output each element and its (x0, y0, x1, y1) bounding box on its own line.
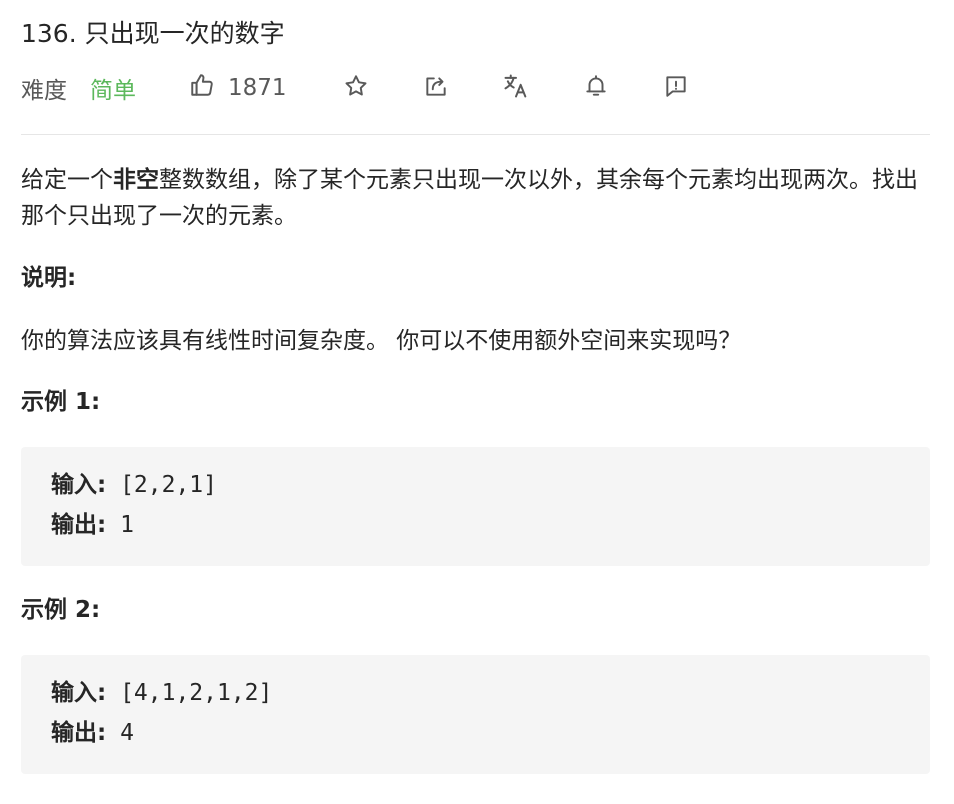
difficulty-badge: 简单 (90, 78, 136, 104)
header-divider (21, 134, 930, 135)
translate-button[interactable] (500, 70, 532, 106)
feedback-button[interactable] (660, 70, 692, 106)
example-1-output-line: 输出: 1 (51, 505, 134, 545)
description-emphasis: 非空 (113, 167, 159, 193)
share-button[interactable] (420, 70, 452, 106)
input-label: 输入: (51, 472, 107, 498)
example-2-block: 输入: [4,1,2,1,2] 输出: 4 (21, 655, 930, 774)
example-1-input-line: 输入: [2,2,1] (51, 465, 217, 505)
problem-page: 136. 只出现一次的数字 难度 简单 1871 给定一个非空整数数组，除了某个… (0, 0, 954, 804)
example-2-title: 示例 2: (21, 597, 101, 623)
like-button[interactable]: 1871 (189, 70, 287, 106)
output-label: 输出: (51, 720, 107, 746)
thumbs-up-icon (189, 72, 228, 104)
output-value: 1 (120, 512, 134, 538)
problem-title: 136. 只出现一次的数字 (21, 19, 285, 48)
share-icon (423, 73, 449, 103)
example-1-title: 示例 1: (21, 389, 101, 415)
problem-meta-bar: 难度 简单 1871 (21, 70, 931, 106)
feedback-icon (663, 73, 689, 103)
output-label: 输出: (51, 512, 107, 538)
example-2-input-line: 输入: [4,1,2,1,2] (51, 673, 272, 713)
difficulty-label: 难度 (21, 78, 67, 104)
description-part-1: 给定一个 (21, 167, 113, 193)
problem-description: 给定一个非空整数数组，除了某个元素只出现一次以外，其余每个元素均出现两次。找出那… (21, 162, 933, 234)
bell-icon (583, 73, 609, 103)
subscribe-button[interactable] (580, 70, 612, 106)
input-label: 输入: (51, 680, 107, 706)
input-value: [2,2,1] (120, 472, 217, 498)
example-2-output-line: 输出: 4 (51, 713, 134, 753)
translate-icon (502, 72, 530, 104)
favorite-button[interactable] (340, 70, 372, 106)
input-value: [4,1,2,1,2] (120, 680, 273, 706)
note-text: 你的算法应该具有线性时间复杂度。 你可以不使用额外空间来实现吗？ (21, 328, 742, 354)
example-1-block: 输入: [2,2,1] 输出: 1 (21, 447, 930, 566)
star-icon (343, 73, 369, 103)
note-heading: 说明: (21, 265, 77, 291)
output-value: 4 (120, 720, 134, 746)
like-count: 1871 (228, 75, 287, 101)
